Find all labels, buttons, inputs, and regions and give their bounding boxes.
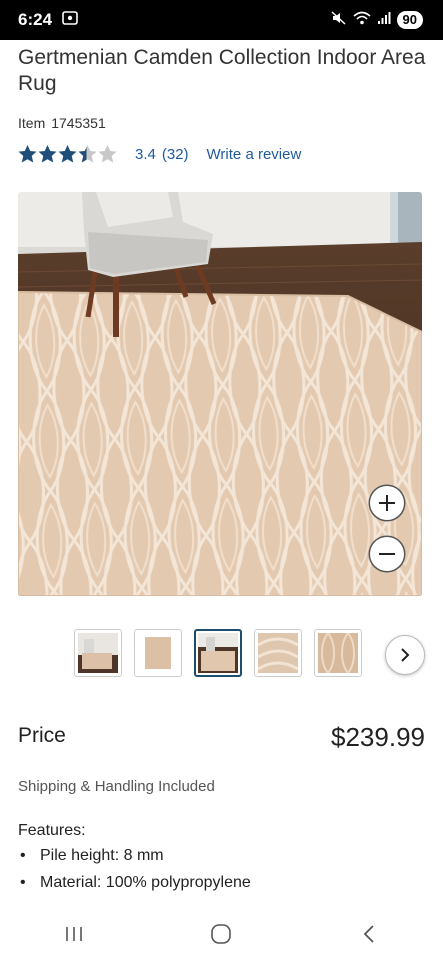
thumbnail-3[interactable] bbox=[194, 629, 242, 677]
home-button[interactable] bbox=[191, 914, 251, 954]
minus-icon bbox=[379, 553, 395, 555]
chevron-right-icon bbox=[401, 648, 410, 662]
zoom-out-button[interactable] bbox=[370, 537, 404, 571]
price-value: $239.99 bbox=[331, 722, 425, 752]
plus-icon bbox=[379, 495, 395, 511]
product-main-image[interactable] bbox=[18, 192, 422, 596]
feature-text: Material: 100% polypropylene bbox=[40, 874, 251, 891]
star-icon bbox=[58, 145, 77, 163]
mute-icon bbox=[331, 10, 347, 30]
list-item: • Pile height: 8 mm bbox=[20, 845, 251, 872]
screenshot-icon bbox=[62, 10, 78, 30]
rating-value[interactable]: 3.4 bbox=[135, 146, 156, 163]
features-list: • Pile height: 8 mm • Material: 100% polyp… bbox=[20, 845, 251, 899]
back-button[interactable] bbox=[339, 914, 399, 954]
home-icon bbox=[211, 924, 232, 944]
feature-text: Pile height: 8 mm bbox=[40, 847, 164, 864]
item-label: Item bbox=[18, 115, 46, 131]
signal-icon bbox=[377, 11, 391, 30]
next-thumbnails-button[interactable] bbox=[385, 635, 425, 675]
thumbnail-5[interactable] bbox=[314, 629, 362, 677]
write-review-link[interactable]: Write a review bbox=[207, 146, 302, 163]
features-heading: Features: bbox=[18, 822, 86, 839]
wifi-icon bbox=[353, 11, 371, 30]
bullet-icon: • bbox=[20, 874, 26, 891]
system-nav-bar bbox=[0, 908, 443, 960]
thumbnail-image bbox=[78, 633, 118, 673]
thumbnail-1[interactable] bbox=[74, 629, 122, 677]
review-count[interactable]: (32) bbox=[162, 146, 189, 163]
empty-star-icon bbox=[98, 145, 117, 163]
status-bar: 6:24 90 bbox=[0, 0, 443, 40]
star-rating[interactable] bbox=[18, 145, 117, 163]
thumbnail-4[interactable] bbox=[254, 629, 302, 677]
battery-indicator: 90 bbox=[396, 11, 423, 29]
thumbnail-image bbox=[138, 633, 178, 673]
thumbnail-2[interactable] bbox=[134, 629, 182, 677]
zoom-in-button[interactable] bbox=[370, 486, 404, 520]
recent-apps-button[interactable] bbox=[44, 914, 104, 954]
list-item: • Material: 100% polypropylene bbox=[20, 872, 251, 899]
partial-star-icon bbox=[78, 145, 97, 163]
price-label: Price bbox=[18, 724, 66, 747]
rating-row: 3.4 (32) Write a review bbox=[18, 145, 301, 163]
thumbnail-image bbox=[257, 633, 299, 673]
item-number-value: 1745351 bbox=[51, 115, 106, 131]
star-icon bbox=[18, 145, 37, 163]
item-number: Item 1745351 bbox=[18, 115, 106, 131]
clock: 6:24 bbox=[18, 10, 53, 29]
star-icon bbox=[38, 145, 57, 163]
back-icon bbox=[363, 925, 374, 943]
product-title: Gertmenian Camden Collection Indoor Area… bbox=[18, 46, 426, 95]
shipping-note: Shipping & Handling Included bbox=[18, 778, 215, 795]
recent-apps-icon bbox=[66, 927, 82, 941]
thumbnail-image bbox=[198, 633, 238, 673]
thumbnail-strip bbox=[74, 629, 362, 677]
rug-photo bbox=[18, 192, 422, 596]
thumbnail-image bbox=[318, 632, 358, 675]
bullet-icon: • bbox=[20, 847, 26, 864]
